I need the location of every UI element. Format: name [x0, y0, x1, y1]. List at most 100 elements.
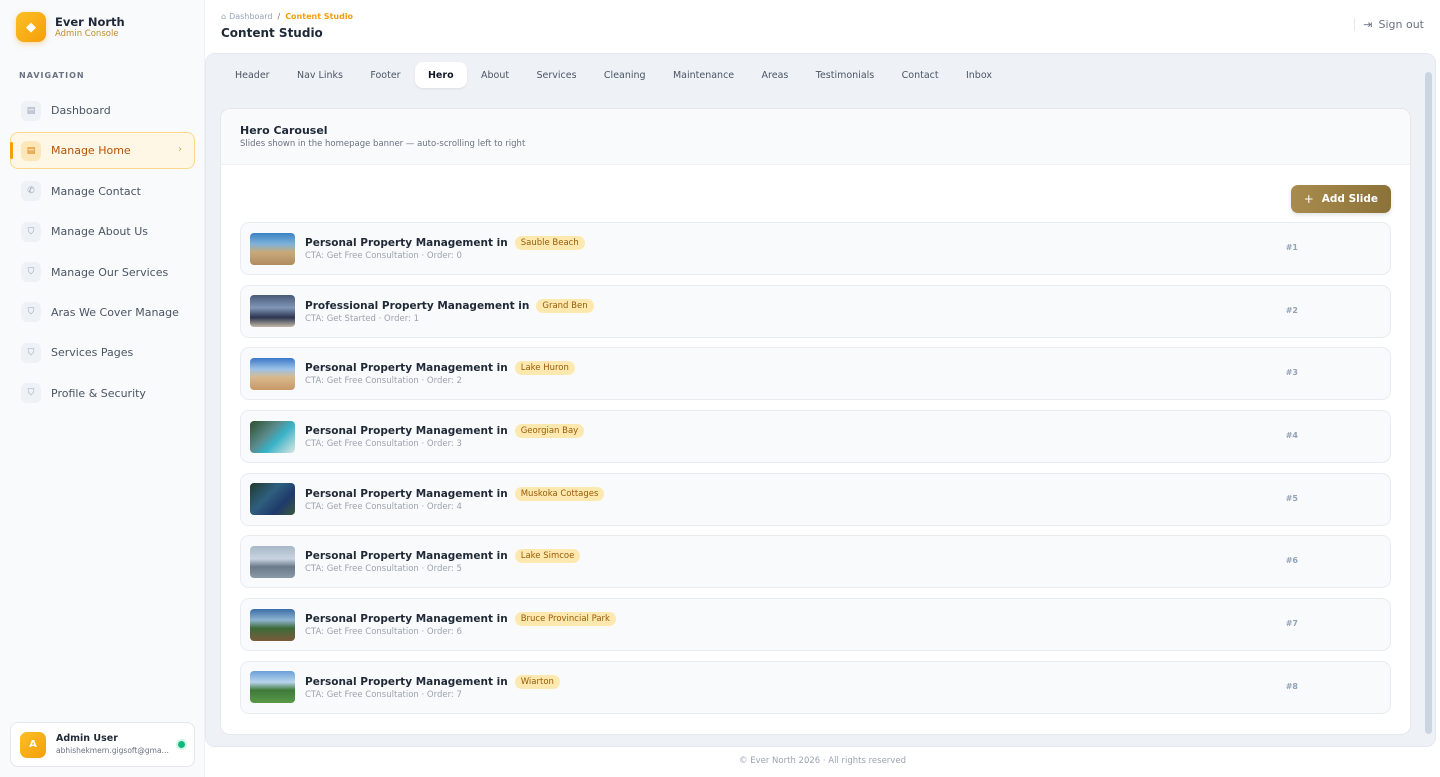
tab-areas[interactable]: Areas: [749, 62, 802, 88]
sidebar-nav: ▤ Dashboard ▤ Manage Home › ✆ Manage Con…: [10, 92, 195, 415]
sidebar-item-manage-our-services[interactable]: ⛉ Manage Our Services: [10, 254, 195, 291]
slide-meta: CTA: Get Free Consultation · Order: 3: [305, 439, 462, 450]
tab-inbox[interactable]: Inbox: [953, 62, 1005, 88]
slide-meta: CTA: Get Free Consultation · Order: 6: [305, 627, 462, 638]
sidebar-item-label: Aras We Cover Manage: [51, 305, 179, 319]
user-email: abhishekmern.gigsoft@gmail.com: [56, 746, 171, 755]
document-icon: ▤: [21, 100, 41, 121]
slide-meta: CTA: Get Free Consultation · Order: 2: [305, 376, 462, 387]
slide-meta: CTA: Get Free Consultation · Order: 5: [305, 564, 462, 575]
slide-meta: CTA: Get Free Consultation · Order: 4: [305, 501, 462, 512]
slide-meta: CTA: Get Free Consultation · Order: 0: [305, 251, 462, 261]
tab-footer[interactable]: Footer: [357, 62, 413, 88]
sidebar-item-areas-we-cover[interactable]: ⛉ Aras We Cover Manage: [10, 294, 195, 331]
slide-row[interactable]: Personal Property Management in Lake Sim…: [240, 535, 1391, 589]
breadcrumb-home[interactable]: Dashboard: [229, 12, 272, 21]
slide-row[interactable]: Personal Property Management in Muskoka …: [240, 472, 1391, 526]
sidebar-item-profile-security[interactable]: ⛉ Profile & Security: [10, 375, 195, 412]
breadcrumb: ⌂ Dashboard / Content Studio: [221, 12, 353, 21]
card-subtitle: Slides shown in the homepage banner — au…: [240, 139, 526, 149]
breadcrumb-separator: /: [277, 12, 281, 21]
scrollbar[interactable]: [1425, 72, 1432, 734]
slide-row[interactable]: Personal Property Management in Bruce Pr…: [240, 598, 1391, 652]
location-badge: Georgian Bay: [514, 424, 585, 439]
slide-number: #4: [1285, 431, 1298, 441]
sidebar-item-label: Manage About Us: [51, 225, 148, 239]
slide-title: Personal Property Management in: [305, 425, 508, 438]
sidebar-item-dashboard[interactable]: ▤ Dashboard: [10, 92, 195, 129]
sidebar-item-manage-contact[interactable]: ✆ Manage Contact: [10, 173, 195, 210]
chevron-right-icon: ›: [178, 144, 182, 156]
tab-nav-links[interactable]: Nav Links: [284, 62, 356, 88]
slide-thumbnail: [250, 608, 295, 641]
slide-number: #8: [1285, 681, 1298, 691]
shield-icon: ⛉: [21, 342, 41, 363]
slide-title: Personal Property Management in: [305, 613, 508, 626]
tab-maintenance[interactable]: Maintenance: [660, 62, 747, 88]
home-icon: ⌂: [221, 12, 227, 21]
user-name: Admin User: [56, 733, 118, 744]
sidebar-item-manage-home[interactable]: ▤ Manage Home ›: [10, 132, 195, 170]
slide-row[interactable]: Professional Property Management in Gran…: [240, 284, 1391, 338]
tab-contact[interactable]: Contact: [889, 62, 952, 88]
brand-subtitle: Admin Console: [55, 28, 119, 39]
brand[interactable]: ◆ Ever North Admin Console: [16, 12, 125, 42]
slide-row[interactable]: Personal Property Management in Sauble B…: [240, 222, 1391, 275]
sign-out-button[interactable]: ⇥ Sign out: [1354, 18, 1424, 31]
shield-icon: ⛉: [21, 302, 41, 323]
slide-thumbnail: [250, 357, 295, 390]
slide-title: Personal Property Management in: [305, 550, 508, 563]
slide-thumbnail: [250, 483, 295, 516]
sign-out-icon: ⇥: [1363, 18, 1373, 31]
shield-icon: ⛉: [21, 221, 41, 242]
avatar: A: [20, 731, 46, 758]
document-icon: ▤: [21, 140, 41, 161]
add-slide-button[interactable]: + Add Slide: [1290, 185, 1391, 213]
tab-cleaning[interactable]: Cleaning: [591, 62, 659, 88]
user-card[interactable]: A Admin User abhishekmern.gigsoft@gmail.…: [10, 722, 195, 767]
location-badge: Bruce Provincial Park: [514, 612, 616, 627]
gem-icon: ◆: [16, 12, 46, 42]
location-badge: Sauble Beach: [514, 236, 585, 250]
location-badge: Muskoka Cottages: [514, 486, 605, 501]
page-footer: © Ever North 2026 · All rights reserved: [739, 756, 906, 766]
sidebar-item-label: Services Pages: [51, 346, 134, 360]
content-panel: Header Nav Links Footer Hero About Servi…: [205, 53, 1436, 747]
brand-name: Ever North: [55, 14, 125, 29]
location-badge: Wiarton: [514, 674, 560, 689]
shield-icon: ⛉: [21, 262, 41, 283]
slide-row[interactable]: Personal Property Management in Wiarton …: [240, 660, 1391, 714]
slide-row[interactable]: Personal Property Management in Georgian…: [240, 410, 1391, 464]
slide-number: #5: [1285, 493, 1298, 503]
slide-number: #3: [1285, 368, 1298, 378]
sidebar-item-services-pages[interactable]: ⛉ Services Pages: [10, 334, 195, 371]
breadcrumb-current: Content Studio: [285, 12, 354, 21]
sidebar-item-manage-about-us[interactable]: ⛉ Manage About Us: [10, 213, 195, 250]
slide-thumbnail: [250, 671, 295, 704]
location-badge: Grand Ben: [536, 298, 594, 313]
sign-out-label: Sign out: [1378, 18, 1424, 31]
tab-hero[interactable]: Hero: [414, 62, 467, 88]
slide-meta: CTA: Get Free Consultation · Order: 7: [305, 689, 462, 700]
tab-testimonials[interactable]: Testimonials: [803, 62, 887, 88]
location-badge: Lake Simcoe: [514, 549, 581, 564]
sidebar-item-label: Manage Our Services: [51, 265, 169, 279]
online-status-dot: [178, 741, 185, 748]
slide-list: Personal Property Management in Sauble B…: [240, 222, 1391, 724]
tab-services[interactable]: Services: [523, 62, 589, 88]
card-header: Hero Carousel Slides shown in the homepa…: [221, 109, 1410, 165]
plus-icon: +: [1303, 192, 1314, 206]
slide-row[interactable]: Personal Property Management in Lake Hur…: [240, 347, 1391, 401]
slide-title: Professional Property Management in: [305, 299, 530, 312]
slide-number: #1: [1285, 243, 1298, 252]
shield-icon: ⛉: [21, 383, 41, 404]
phone-icon: ✆: [21, 181, 41, 202]
nav-heading: NAVIGATION: [19, 71, 85, 80]
tab-about[interactable]: About: [468, 62, 522, 88]
slide-thumbnail: [250, 232, 295, 265]
slide-thumbnail: [250, 420, 295, 453]
sidebar: ◆ Ever North Admin Console NAVIGATION ▤ …: [0, 0, 205, 777]
card-title: Hero Carousel: [240, 124, 328, 137]
slide-thumbnail: [250, 295, 295, 328]
tab-header[interactable]: Header: [222, 62, 283, 88]
